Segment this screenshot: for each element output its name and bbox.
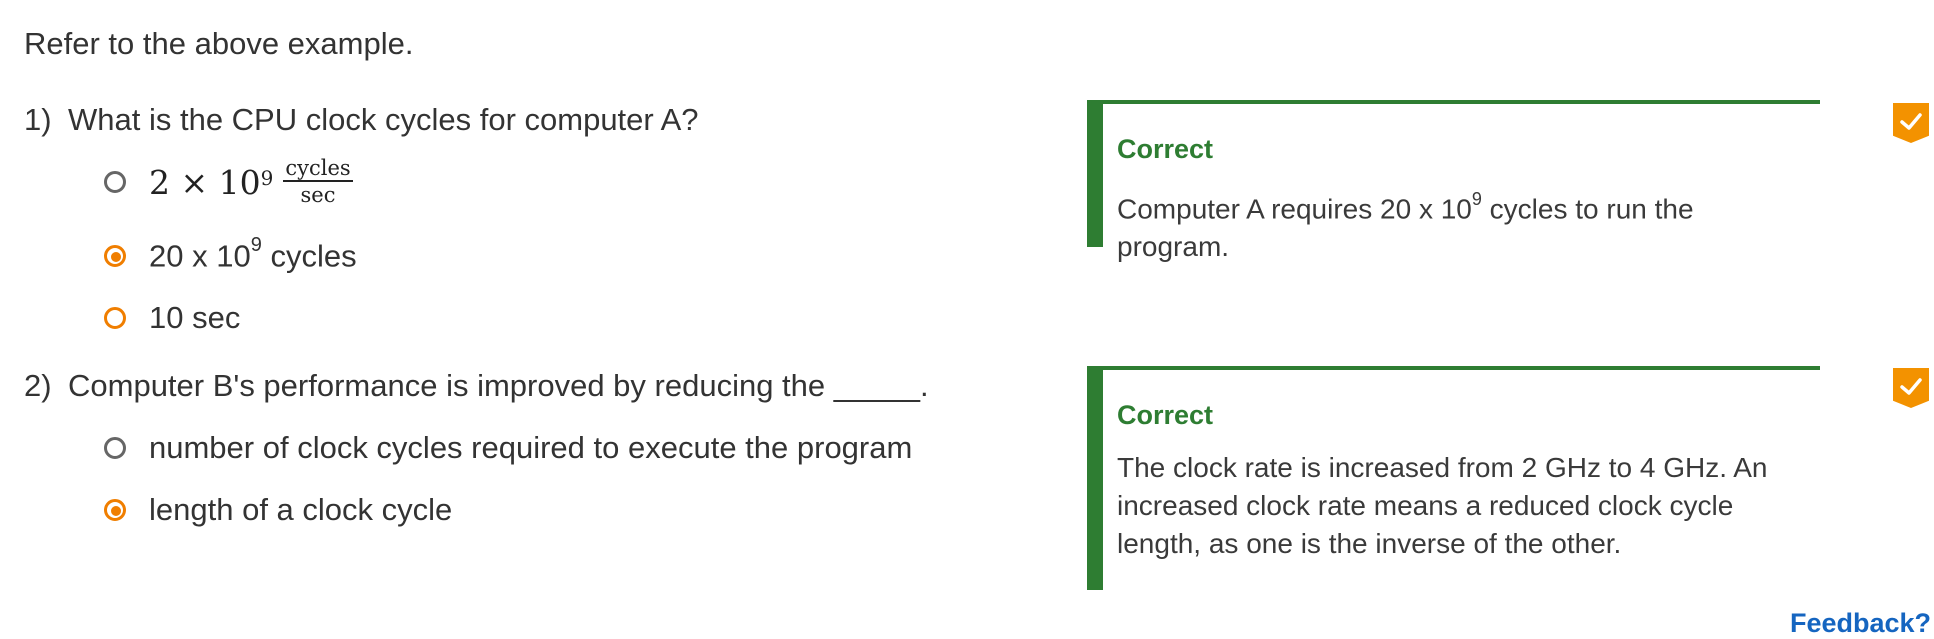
radio-unselected[interactable] (104, 307, 126, 329)
feedback-title: Correct (1117, 134, 1214, 164)
option-label: length of a clock cycle (149, 492, 453, 527)
radio-selected[interactable] (104, 499, 126, 521)
fraction-numerator: cycles (283, 156, 353, 182)
question-2-option-2[interactable]: length of a clock cycle (104, 490, 452, 530)
radio-unselected[interactable] (104, 171, 126, 193)
math-base: 2 × 10 (149, 162, 261, 202)
math-fraction: cycles sec (283, 156, 353, 207)
feedback-title: Correct (1117, 400, 1214, 430)
question-1-feedback: Correct Computer A requires 20 x 109 cyc… (1087, 100, 1820, 262)
question-2-feedback: Correct The clock rate is increased from… (1087, 366, 1820, 590)
radio-unselected[interactable] (104, 437, 126, 459)
question-1-option-3[interactable]: 10 sec (104, 298, 240, 338)
feedback-link[interactable]: Feedback? (1790, 608, 1931, 639)
question-1-text: What is the CPU clock cycles for compute… (68, 102, 699, 137)
option-label-suffix: cycles (261, 238, 357, 274)
question-1-option-1[interactable]: 2 × 10 9 cycles sec (104, 156, 353, 207)
option-label: number of clock cycles required to execu… (149, 430, 913, 465)
feedback-text-sup: 9 (1471, 189, 1482, 209)
option-label: 20 x 109 cycles (149, 234, 357, 274)
radio-selected[interactable] (104, 245, 126, 267)
feedback-text: Computer A requires 20 x 109 cycles to r… (1117, 183, 1810, 266)
correct-check-icon (1893, 103, 1929, 143)
feedback-text: The clock rate is increased from 2 GHz t… (1117, 452, 1768, 559)
question-2-option-1[interactable]: number of clock cycles required to execu… (104, 428, 912, 468)
question-2-text: Computer B's performance is improved by … (68, 368, 929, 403)
feedback-text-pre: Computer A requires 20 x 10 (1117, 193, 1472, 225)
option-label: 10 sec (149, 300, 241, 335)
option-label-text: 20 x 10 (149, 238, 251, 274)
intro-text: Refer to the above example. (24, 26, 414, 61)
question-1-option-2[interactable]: 20 x 109 cycles (104, 234, 357, 276)
math-exponent: 9 (260, 166, 274, 190)
option-label-sup: 9 (250, 233, 262, 256)
question-2-number: 2) (24, 368, 52, 403)
question-1-number: 1) (24, 102, 52, 137)
correct-check-icon (1893, 368, 1929, 408)
option-math: 2 × 10 9 cycles sec (149, 156, 353, 207)
fraction-denominator: sec (300, 183, 336, 207)
